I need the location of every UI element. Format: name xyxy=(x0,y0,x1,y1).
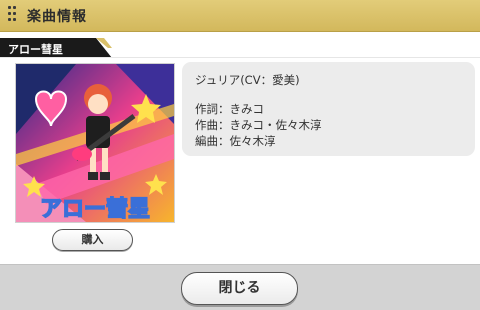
song-title-tab: アロー彗星 xyxy=(0,38,112,58)
song-title: アロー彗星 xyxy=(8,43,63,56)
composer-text: 作曲：きみコ・佐々木淳 xyxy=(195,118,322,132)
drag-grip-icon xyxy=(8,6,16,25)
song-info-panel: ジュリア(CV：愛美) 作詞：きみコ 作曲：きみコ・佐々木淳 編曲：佐々木淳 xyxy=(182,62,475,156)
buy-button[interactable]: 購入 xyxy=(52,229,133,251)
divider xyxy=(0,57,480,58)
singer-text: ジュリア(CV：愛美) xyxy=(195,73,300,87)
dialog-title: 楽曲情報 xyxy=(27,9,87,25)
dialog-footer: 閉じる xyxy=(0,264,480,310)
jacket-title-text: アロー彗星 xyxy=(40,196,150,222)
lyricist-text: 作詞：きみコ xyxy=(195,102,264,116)
arranger-text: 編曲：佐々木淳 xyxy=(195,134,276,148)
album-jacket-image: アロー彗星 xyxy=(15,63,175,223)
dialog-header: 楽曲情報 xyxy=(0,0,480,32)
close-button[interactable]: 閉じる xyxy=(181,272,298,305)
